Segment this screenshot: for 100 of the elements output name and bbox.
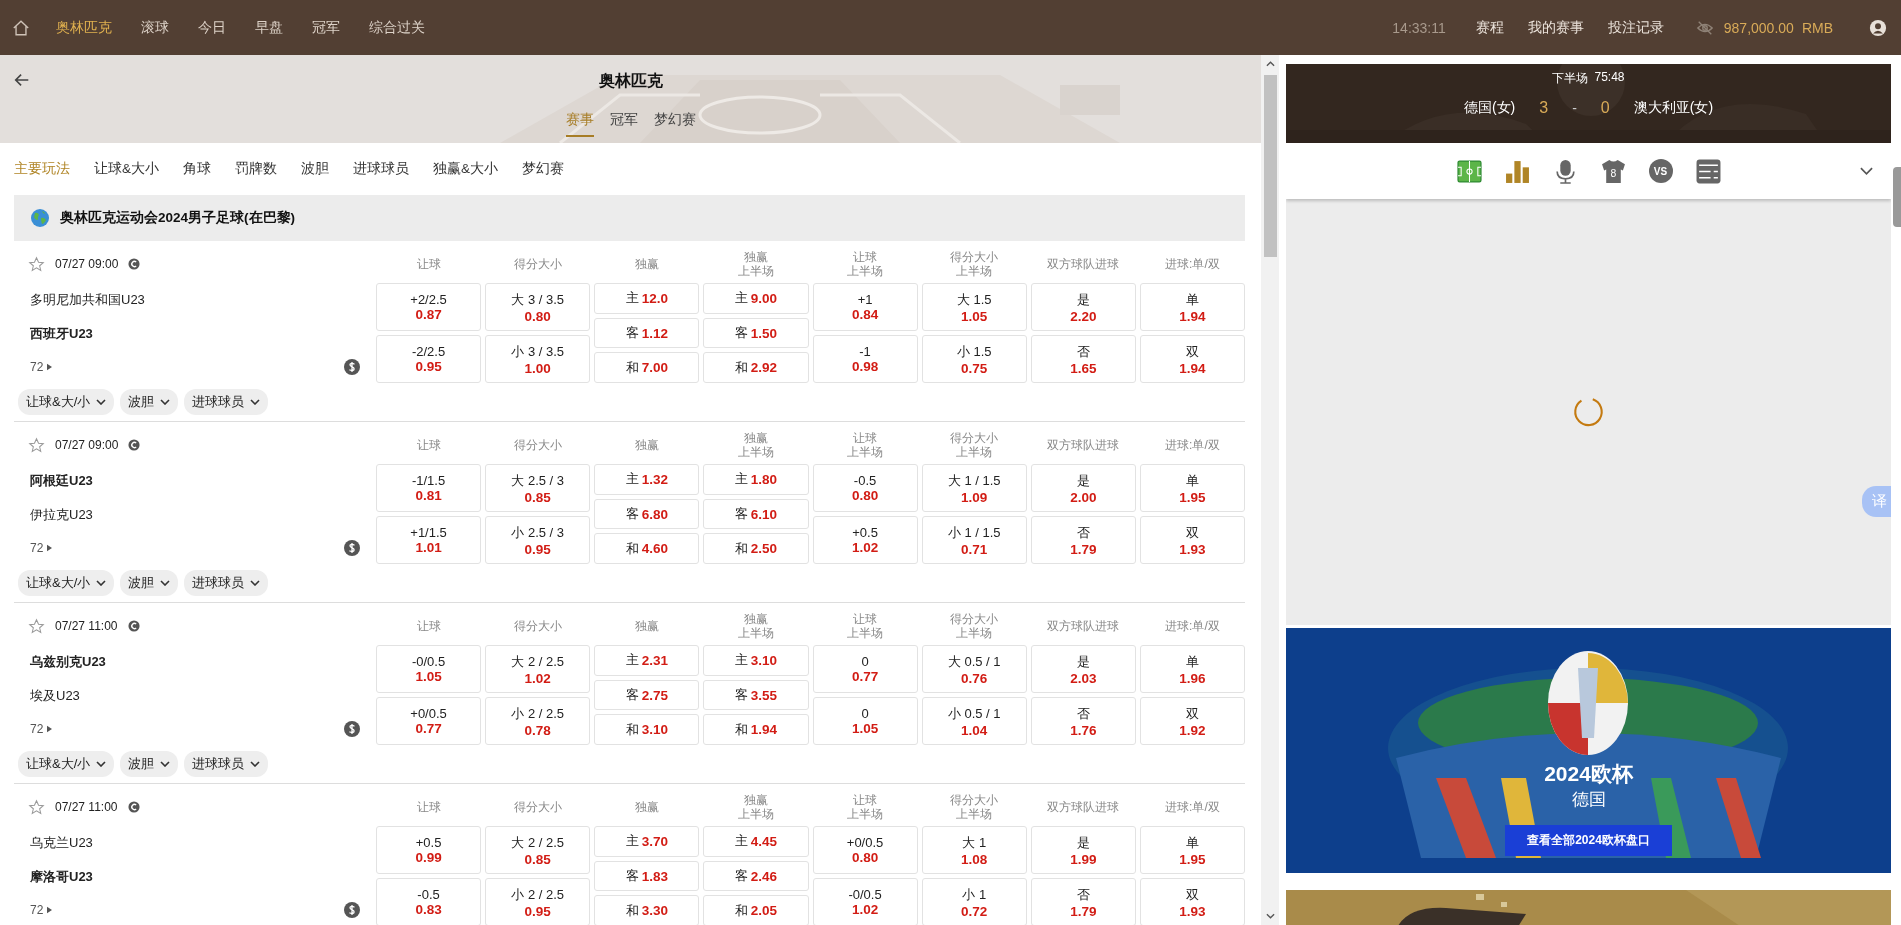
bet-type-tab[interactable]: 梦幻赛 — [522, 160, 565, 178]
odds-cell[interactable]: 小 0.5 / 1 1.04 — [921, 697, 1027, 745]
odds-cell[interactable]: 0 1.05 — [812, 697, 918, 745]
odds-cell[interactable]: 小 1 0.72 — [921, 878, 1027, 925]
star-icon[interactable] — [28, 617, 45, 635]
nav-item[interactable]: 奥林匹克 — [56, 18, 112, 37]
list-icon[interactable] — [1695, 158, 1721, 184]
odds-cell[interactable]: +0/0.5 0.77 — [376, 697, 482, 745]
odds-cell[interactable]: 主 2.31 — [594, 645, 700, 676]
odds-cell[interactable]: 和 2.92 — [703, 352, 809, 383]
odds-cell[interactable]: 小 3 / 3.5 1.00 — [485, 335, 591, 383]
odds-cell[interactable]: 大 3 / 3.5 0.80 — [485, 283, 591, 331]
dollar-icon[interactable] — [344, 902, 360, 918]
market-dropdown[interactable]: 让球&大/小 — [18, 389, 115, 415]
odds-cell[interactable]: 客 6.80 — [594, 498, 700, 530]
user-icon[interactable] — [1869, 18, 1887, 37]
odds-cell[interactable]: 和 3.30 — [594, 895, 700, 925]
odds-cell[interactable]: 主 4.45 — [703, 826, 809, 857]
odds-cell[interactable]: 双 1.93 — [1139, 516, 1245, 564]
odds-cell[interactable]: 否 1.79 — [1030, 516, 1136, 564]
odds-cell[interactable]: 小 1.5 0.75 — [921, 335, 1027, 383]
odds-cell[interactable]: 大 0.5 / 1 0.76 — [921, 645, 1027, 693]
odds-cell[interactable]: 主 1.32 — [594, 464, 700, 495]
bet-type-tab[interactable]: 主要玩法 — [14, 160, 70, 178]
odds-cell[interactable]: 客 6.10 — [703, 498, 809, 530]
odds-cell[interactable]: 是 2.00 — [1030, 464, 1136, 512]
tab[interactable]: 梦幻赛 — [653, 111, 696, 137]
home-icon[interactable] — [12, 18, 30, 37]
odds-cell[interactable]: +0.5 1.02 — [812, 516, 918, 564]
odds-cell[interactable]: 单 1.96 — [1139, 645, 1245, 693]
versus-button[interactable]: VS — [1648, 159, 1673, 183]
dollar-icon[interactable] — [344, 540, 360, 556]
odds-cell[interactable]: 主 1.80 — [703, 464, 809, 495]
scroll-thumb[interactable] — [1263, 75, 1277, 257]
odds-cell[interactable]: -2/2.5 0.95 — [376, 335, 482, 383]
odds-cell[interactable]: -0.5 0.83 — [376, 878, 482, 925]
odds-cell[interactable]: 客 2.75 — [594, 679, 700, 711]
market-dropdown[interactable]: 进球球员 — [184, 389, 269, 415]
odds-cell[interactable]: -0/0.5 1.05 — [376, 645, 482, 693]
odds-cell[interactable]: 大 2 / 2.5 0.85 — [485, 826, 591, 874]
odds-cell[interactable]: 单 1.94 — [1139, 283, 1245, 331]
back-arrow-icon[interactable] — [13, 71, 31, 89]
odds-cell[interactable]: +1 0.84 — [812, 283, 918, 331]
market-dropdown[interactable]: 进球球员 — [184, 751, 269, 777]
odds-cell[interactable]: 双 1.94 — [1139, 335, 1245, 383]
odds-cell[interactable]: 大 1.5 1.05 — [921, 283, 1027, 331]
odds-cell[interactable]: 否 1.76 — [1030, 697, 1136, 745]
odds-cell[interactable]: 大 1 1.08 — [921, 826, 1027, 874]
odds-cell[interactable]: 和 4.60 — [594, 533, 700, 564]
star-icon[interactable] — [28, 436, 45, 454]
bet-type-tab[interactable]: 独赢&大小 — [433, 160, 499, 178]
tab[interactable]: 冠军 — [609, 111, 638, 137]
nav-link[interactable]: 投注记录 — [1607, 18, 1664, 37]
odds-cell[interactable]: 大 2 / 2.5 1.02 — [485, 645, 591, 693]
odds-cell[interactable]: 客 3.55 — [703, 679, 809, 711]
odds-cell[interactable]: +0/0.5 0.80 — [812, 826, 918, 874]
odds-cell[interactable]: 0 0.77 — [812, 645, 918, 693]
odds-cell[interactable]: 客 1.83 — [594, 860, 700, 892]
odds-cell[interactable]: 和 1.94 — [703, 714, 809, 745]
bet-type-tab[interactable]: 进球球员 — [353, 160, 409, 178]
nav-item[interactable]: 滚球 — [141, 18, 169, 37]
odds-cell[interactable]: 是 2.20 — [1030, 283, 1136, 331]
odds-cell[interactable]: 客 2.46 — [703, 860, 809, 892]
nav-item[interactable]: 早盘 — [255, 18, 283, 37]
more-markets-link[interactable]: 72 — [30, 541, 44, 555]
view-all-button[interactable]: 查看全部2024欧杯盘口 — [1505, 825, 1672, 856]
odds-cell[interactable]: 和 3.10 — [594, 714, 700, 745]
odds-cell[interactable]: 和 2.05 — [703, 895, 809, 925]
nav-link[interactable]: 赛程 — [1475, 18, 1504, 37]
dollar-icon[interactable] — [344, 721, 360, 737]
pitch-icon[interactable] — [1456, 158, 1482, 184]
more-markets-link[interactable]: 72 — [30, 903, 44, 917]
odds-cell[interactable]: 是 2.03 — [1030, 645, 1136, 693]
nav-link[interactable]: 我的赛事 — [1527, 18, 1584, 37]
odds-cell[interactable]: 双 1.93 — [1139, 878, 1245, 925]
bet-type-tab[interactable]: 让球&大小 — [94, 160, 159, 178]
chevron-down-icon[interactable] — [1860, 167, 1873, 175]
odds-cell[interactable]: +0.5 0.99 — [376, 826, 482, 874]
market-dropdown[interactable]: 进球球员 — [184, 570, 269, 596]
odds-cell[interactable]: 和 7.00 — [594, 352, 700, 383]
odds-cell[interactable]: 大 1 / 1.5 1.09 — [921, 464, 1027, 512]
dollar-icon[interactable] — [344, 359, 360, 375]
odds-cell[interactable]: 否 1.79 — [1030, 878, 1136, 925]
odds-cell[interactable]: 客 1.50 — [703, 317, 809, 349]
odds-cell[interactable]: 否 1.65 — [1030, 335, 1136, 383]
market-dropdown[interactable]: 波胆 — [120, 389, 179, 415]
bet-type-tab[interactable]: 角球 — [183, 160, 211, 178]
odds-cell[interactable]: 主 3.10 — [703, 645, 809, 676]
more-markets-link[interactable]: 72 — [30, 360, 44, 374]
star-icon[interactable] — [28, 798, 45, 816]
scroll-thumb[interactable] — [1893, 167, 1901, 227]
nav-item[interactable]: 冠军 — [312, 18, 340, 37]
bet-type-tab[interactable]: 波胆 — [301, 160, 329, 178]
scroll-down-icon[interactable] — [1265, 913, 1275, 919]
odds-cell[interactable]: 客 1.12 — [594, 317, 700, 349]
odds-cell[interactable]: 小 1 / 1.5 0.71 — [921, 516, 1027, 564]
nav-item[interactable]: 今日 — [198, 18, 226, 37]
scroll-up-icon[interactable] — [1265, 61, 1275, 67]
odds-cell[interactable]: 双 1.92 — [1139, 697, 1245, 745]
odds-cell[interactable]: 主 9.00 — [703, 283, 809, 314]
